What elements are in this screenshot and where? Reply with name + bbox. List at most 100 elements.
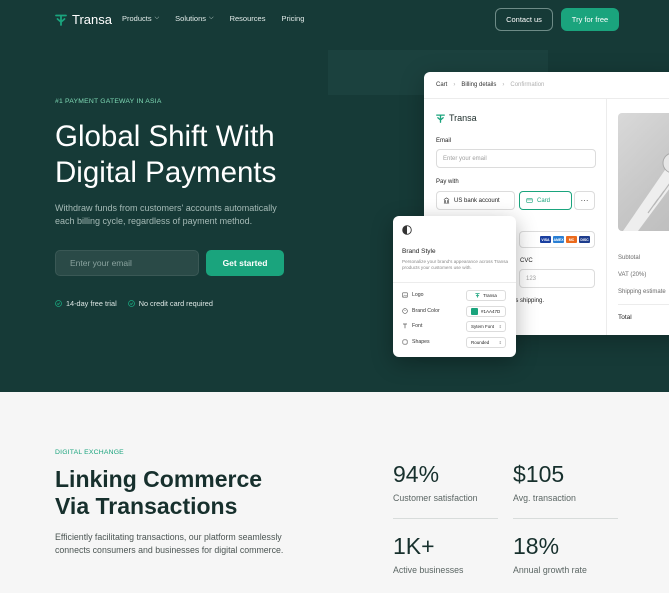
checkout-logo-text: Transa — [449, 113, 477, 123]
contrast-icon — [402, 225, 412, 235]
visa-badge: VISA — [540, 236, 551, 243]
transa-logo-icon — [475, 293, 480, 298]
breadcrumb: Cart › Billing details › Confirmation — [436, 82, 544, 88]
mastercard-badge: MC — [566, 236, 577, 243]
email-label: Email — [436, 138, 452, 144]
get-started-button[interactable]: Get started — [206, 250, 284, 276]
hero-title: Global Shift With Digital Payments — [55, 119, 345, 191]
brand-color-control[interactable]: #1AA47D — [466, 306, 506, 317]
brand-style-description: Personalize your brand's appearance acro… — [402, 259, 509, 271]
breadcrumb-cart[interactable]: Cart — [436, 82, 447, 88]
stat-value: 18% — [513, 533, 560, 559]
stat-value: $105 — [513, 461, 565, 487]
nav-pricing[interactable]: Pricing — [281, 14, 304, 23]
check-label: 14-day free trial — [66, 299, 117, 308]
email-input[interactable]: Enter your email — [55, 250, 199, 276]
shapes-value: Rounded — [471, 340, 490, 345]
font-value: Sytem Font — [471, 324, 495, 329]
check-label: No credit card required — [138, 299, 213, 308]
brand-row-label: Font — [412, 323, 423, 329]
chevron-updown-icon: ⇕ — [498, 324, 502, 329]
logo-value: Transa — [483, 293, 497, 298]
divider — [513, 518, 618, 519]
font-select[interactable]: Sytem Font ⇕ — [466, 321, 506, 332]
type-icon — [403, 323, 407, 329]
chevron-down-icon: ⌵ — [209, 15, 214, 21]
brand-color-value: #1AA47D — [481, 309, 501, 314]
chevron-updown-icon: ⇕ — [498, 340, 502, 345]
divider — [393, 282, 516, 283]
stat-value: 94% — [393, 461, 440, 487]
divider — [618, 304, 669, 305]
lower-eyebrow: DIGITAL EXCHANGE — [55, 449, 124, 456]
nav-solutions[interactable]: Solutions ⌵ — [175, 14, 213, 23]
shapes-select[interactable]: Rounded ⇕ — [466, 337, 506, 348]
lower-title-line1: Linking Commerce — [55, 466, 263, 492]
subtotal-label: Subtotal — [618, 255, 641, 261]
nav-links: Products ⌵ Solutions ⌵ Resources Pricing — [122, 14, 304, 23]
chevron-down-icon: ⌵ — [154, 15, 160, 21]
logo[interactable]: Transa — [55, 12, 112, 27]
check-item: 14-day free trial — [55, 299, 117, 308]
brand-row-label: Brand Color — [412, 308, 440, 314]
product-image — [618, 113, 669, 231]
hero-checks: 14-day free trial No credit card require… — [55, 299, 213, 308]
brand-row-label: Shapes — [412, 339, 430, 345]
brand-style-card: Brand Style Personalize your brand's app… — [393, 216, 516, 357]
shape-icon — [402, 339, 408, 345]
divider — [606, 99, 607, 335]
card-label: Card — [537, 197, 551, 204]
more-options-button[interactable]: ··· — [574, 191, 595, 210]
checkout-email-input[interactable]: Enter your email — [436, 149, 596, 168]
brand-row-font: Font — [402, 323, 422, 329]
nav-products[interactable]: Products ⌵ — [122, 14, 159, 23]
logo-text: Transa — [72, 12, 112, 27]
nav-link-label: Resources — [229, 14, 266, 23]
total-label: Total — [618, 314, 632, 321]
brand-row-shapes: Shapes — [402, 339, 430, 345]
stat-label: Annual growth rate — [513, 565, 587, 575]
contact-us-button[interactable]: Contact us — [495, 8, 553, 31]
palette-icon — [402, 308, 408, 314]
check-circle-icon — [127, 300, 135, 307]
cvc-input[interactable]: 123 — [519, 269, 595, 288]
credit-card-icon — [526, 198, 533, 203]
stat-label: Customer satisfaction — [393, 493, 478, 503]
pay-with-label: Pay with — [436, 179, 459, 185]
nav-link-label: Solutions — [175, 14, 207, 23]
transa-logo-icon — [55, 14, 67, 26]
hero-section: Transa Products ⌵ Solutions ⌵ Resources … — [0, 0, 669, 392]
chevron-right-icon: › — [502, 82, 505, 88]
watch-illustration — [623, 153, 669, 231]
bank-account-button[interactable]: US bank account — [436, 191, 515, 210]
hero-eyebrow: #1 PAYMENT GATEWAY IN ASIA — [55, 98, 162, 105]
cvc-label: CVC — [520, 258, 533, 264]
lower-description: Efficiently facilitating transactions, o… — [55, 532, 284, 555]
lower-title-line2: Via Transactions — [55, 493, 238, 519]
nav-resources[interactable]: Resources — [230, 14, 266, 23]
bank-icon — [443, 197, 450, 204]
check-circle-icon — [55, 300, 62, 307]
chevron-right-icon: › — [453, 82, 456, 88]
lower-title: Linking Commerce Via Transactions — [55, 466, 315, 520]
hero-description: Withdraw funds from customers' accounts … — [55, 203, 277, 226]
divider — [424, 98, 669, 99]
stat-label: Active businesses — [393, 565, 464, 575]
top-nav: Transa Products ⌵ Solutions ⌵ Resources … — [0, 0, 669, 40]
brand-row-color: Brand Color — [402, 308, 440, 314]
stat-value: 1K+ — [393, 533, 435, 559]
amex-badge: AMEX — [553, 236, 564, 243]
breadcrumb-confirmation[interactable]: Confirmation — [510, 82, 544, 88]
try-for-free-button[interactable]: Try for free — [561, 8, 619, 31]
breadcrumb-billing[interactable]: Billing details — [461, 82, 496, 88]
vat-label: VAT (20%) — [618, 272, 647, 278]
shipping-note: es shipping. — [512, 298, 545, 304]
divider — [393, 518, 498, 519]
card-button[interactable]: Card — [519, 191, 572, 210]
nav-link-label: Products — [122, 14, 152, 23]
logo-upload-control[interactable]: Transa — [466, 290, 506, 301]
hero-title-line2: Digital Payments — [55, 156, 277, 189]
shipping-estimate-label: Shipping estimate — [618, 289, 666, 295]
card-number-input[interactable]: VISA AMEX MC DISC — [519, 231, 595, 248]
nav-link-label: Pricing — [281, 14, 305, 23]
